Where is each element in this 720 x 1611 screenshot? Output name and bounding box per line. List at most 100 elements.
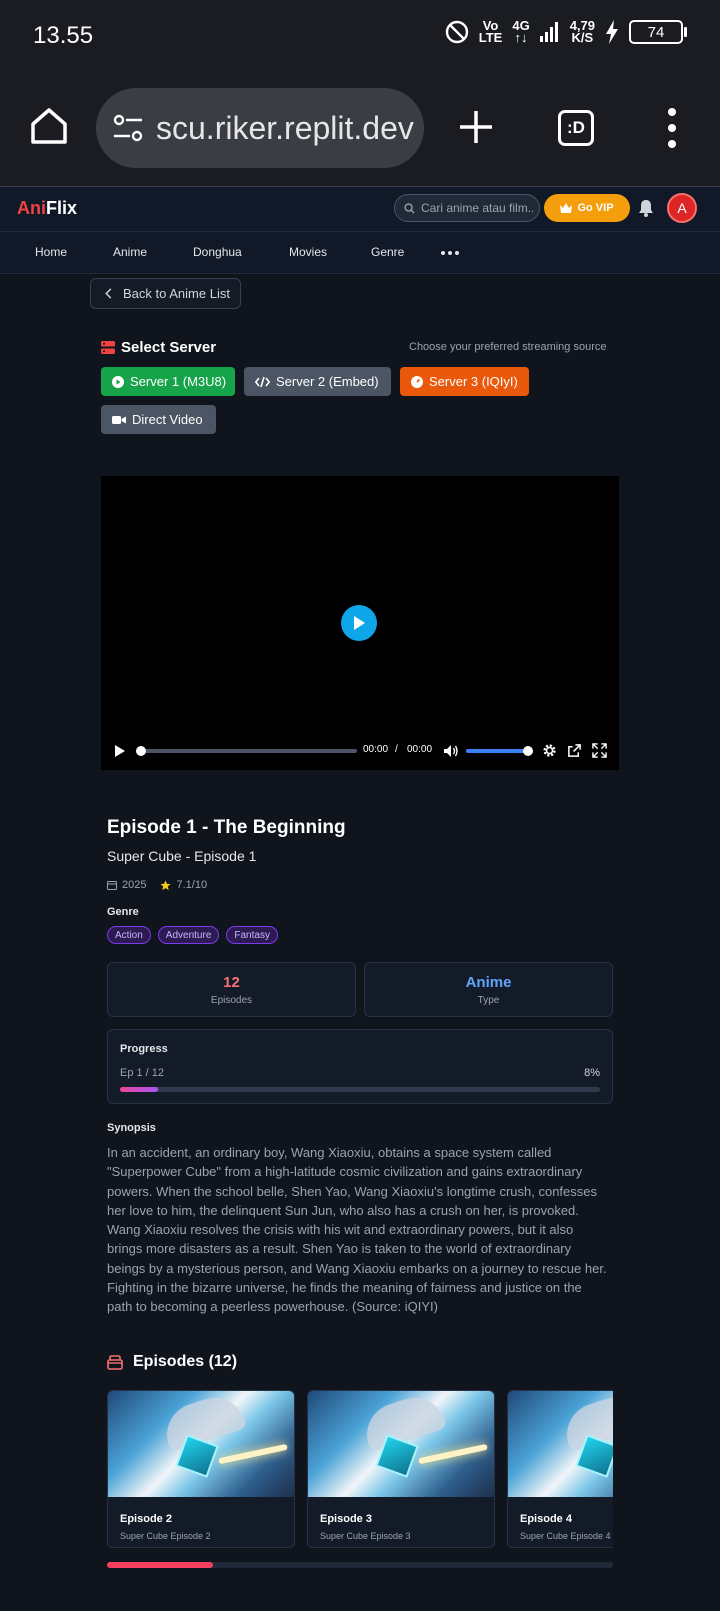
episode-card-title: Episode 3 [320,1513,372,1525]
archive-icon [107,1354,123,1370]
volte-indicator: Vo LTE [478,18,503,45]
duration: 00:00 [407,744,433,755]
more-options-icon[interactable] [662,106,682,150]
genre-tag[interactable]: Action [107,926,151,944]
site-header: AniFlix Go VIP A [0,186,720,232]
settings-icon[interactable] [542,743,557,758]
episode-card-title: Episode 4 [520,1513,572,1525]
charging-icon [606,20,618,44]
episodes-scrollbar[interactable] [107,1562,613,1568]
scrollbar-thumb[interactable] [107,1562,214,1568]
new-tab-icon[interactable] [456,107,496,147]
nav-genre[interactable]: Genre [371,245,404,259]
big-play-button[interactable] [341,605,377,641]
genre-tag[interactable]: Fantasy [226,926,278,944]
stat-label: Type [477,995,500,1006]
signal-icon [539,22,558,42]
user-avatar[interactable]: A [667,193,697,223]
progress-card: Progress Ep 1 / 12 8% [107,1029,613,1104]
synopsis-heading: Synopsis [107,1122,156,1134]
address-bar[interactable]: scu.riker.replit.dev [96,88,424,168]
seek-bar[interactable] [136,746,357,756]
episode-card-title: Episode 2 [120,1513,172,1525]
genre-tag[interactable]: Adventure [157,926,220,944]
seek-handle[interactable] [136,746,146,756]
nav-home[interactable]: Home [35,245,67,259]
stat-value: Anime [465,974,512,991]
search-input[interactable] [421,201,533,215]
fullscreen-icon[interactable] [592,743,607,758]
url-text: scu.riker.replit.dev [156,109,414,146]
home-icon[interactable] [29,106,69,146]
tab-switcher-button[interactable]: :D [558,110,594,146]
episode-card[interactable]: Episode 3 Super Cube Episode 3 [307,1390,495,1548]
episodes-carousel[interactable]: Episode 2 Super Cube Episode 2 Episode 3… [107,1390,613,1548]
episodes-count-card: 12 Episodes [107,962,356,1017]
progress-title: Progress [120,1043,168,1055]
site-settings-icon[interactable] [112,114,144,142]
episodes-heading: Episodes (12) [107,1353,237,1371]
star-icon [160,879,172,890]
episode-title: Episode 1 - The Beginning [107,817,346,838]
calendar-icon [107,881,117,890]
battery-icon: 74 [629,20,687,44]
episode-subtitle: Super Cube - Episode 1 [107,848,257,864]
type-card: Anime Type [364,962,613,1017]
episode-thumbnail [108,1391,294,1497]
pip-icon[interactable] [567,743,582,758]
volume-slider[interactable] [466,746,533,756]
chevron-left-icon [105,288,112,299]
play-circle-icon [112,375,124,388]
bell-icon[interactable] [638,199,654,217]
episode-thumbnail [308,1391,494,1497]
clock: 13.55 [33,22,94,49]
episode-card-subtitle: Super Cube Episode 2 [120,1531,211,1541]
episode-thumbnail [508,1391,613,1497]
episode-card[interactable]: Episode 4 Super Cube Episode 4 [507,1390,613,1548]
volume-handle[interactable] [523,746,533,756]
video-player[interactable]: 00:00 / 00:00 [101,476,619,770]
status-icons: Vo LTE 4G ↑↓ 4,79 K/S 74 [445,18,687,45]
crown-icon [560,203,573,213]
current-time: 00:00 [363,744,389,755]
video-camera-icon [112,415,126,424]
code-icon [255,376,270,387]
do-not-disturb-icon [445,20,468,44]
episode-card-subtitle: Super Cube Episode 4 [520,1531,611,1541]
nav-donghua[interactable]: Donghua [193,245,242,259]
back-to-list-button[interactable]: Back to Anime List [90,278,241,309]
go-vip-button[interactable]: Go VIP [544,194,630,222]
search-box[interactable] [394,194,540,222]
server-1-button[interactable]: Server 1 (M3U8) [101,367,235,396]
year-meta: 2025 [107,879,146,891]
progress-bar [120,1087,600,1092]
rating-meta: 7.1/10 [160,879,207,891]
server-hint: Choose your preferred streaming source [409,341,607,353]
episode-card[interactable]: Episode 2 Super Cube Episode 2 [107,1390,295,1548]
nav-anime[interactable]: Anime [113,245,147,259]
net-speed: 4,79 K/S [569,18,595,45]
server-icon [101,341,115,354]
episode-meta: 2025 7.1/10 [107,879,207,891]
site-logo[interactable]: AniFlix [17,198,77,219]
network-type: 4G ↑↓ [512,18,530,45]
gauge-icon [411,375,423,388]
status-bar: 13.55 Vo LTE 4G ↑↓ 4,79 K/S 74 [0,0,720,76]
genre-tags: Action Adventure Fantasy [107,926,278,944]
browser-toolbar: scu.riker.replit.dev :D [0,76,720,186]
stat-value: 12 [223,974,240,991]
episode-card-subtitle: Super Cube Episode 3 [320,1531,411,1541]
server-3-button[interactable]: Server 3 (IQIyI) [400,367,529,396]
direct-video-button[interactable]: Direct Video [101,405,216,434]
play-icon [354,616,365,630]
more-horizontal-icon[interactable] [441,251,459,255]
time-separator: / [395,744,398,755]
server-2-button[interactable]: Server 2 (Embed) [244,367,391,396]
search-icon [404,202,415,214]
server-section-title: Select Server [101,339,216,356]
nav-movies[interactable]: Movies [289,245,327,259]
synopsis-text: In an accident, an ordinary boy, Wang Xi… [107,1145,607,1315]
volume-icon[interactable] [443,744,459,758]
stat-label: Episodes [210,995,253,1006]
play-pause-icon[interactable] [114,744,126,758]
